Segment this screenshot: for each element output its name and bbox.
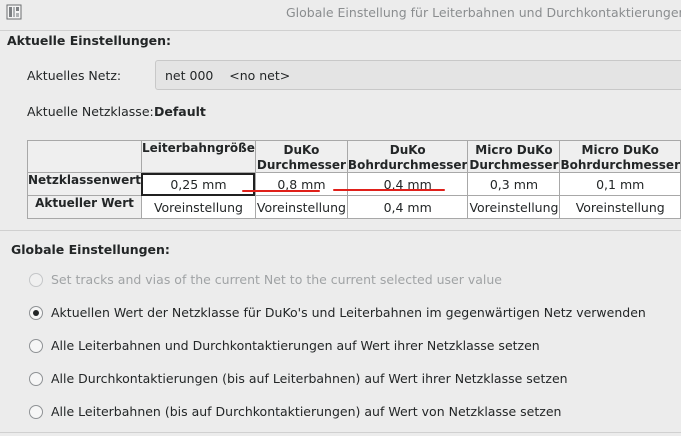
radio-option-4[interactable]	[29, 405, 43, 419]
global-settings-title: Globale Einstellungen:	[11, 242, 170, 257]
column-header-label: Micro DuKo	[475, 143, 553, 157]
current-settings-title: Aktuelle Einstellungen:	[7, 33, 172, 48]
radio-option-3[interactable]	[29, 372, 43, 386]
radio-option-2[interactable]	[29, 339, 43, 353]
column-header-label: Bohrdurchmesser	[560, 158, 680, 172]
radio-option-label: Aktuellen Wert der Netzklasse für DuKo's…	[51, 305, 646, 320]
column-header[interactable]: Micro DuKo Bohrdurchmesser	[559, 140, 681, 173]
table-cell[interactable]: 0,8 mm	[254, 172, 348, 196]
column-header-label: Bohrdurchmesser	[347, 158, 468, 172]
table-cell[interactable]: 0,4 mm	[346, 172, 469, 196]
row-header[interactable]: Netzklassenwert	[27, 172, 142, 196]
red-underline	[333, 189, 445, 191]
table-cell[interactable]: Voreinstellung	[254, 195, 348, 219]
radio-option-label: Alle Leiterbahnen und Durchkontaktierung…	[51, 338, 540, 353]
board-icon	[6, 4, 22, 20]
divider	[0, 432, 681, 433]
current-net-field[interactable]: net 000 <no net>	[155, 60, 681, 90]
column-header[interactable]: DuKo Durchmesser	[254, 140, 348, 173]
divider	[0, 230, 681, 231]
divider	[0, 30, 681, 31]
column-header-label: DuKo	[283, 143, 320, 157]
values-table: Leiterbahngröße DuKo Durchmesser DuKo Bo…	[27, 140, 681, 219]
window-title: Globale Einstellung für Leiterbahnen und…	[286, 5, 681, 20]
table-corner	[27, 140, 142, 173]
radio-option-label: Alle Leiterbahnen (bis auf Durchkontakti…	[51, 404, 562, 419]
table-cell[interactable]: Voreinstellung	[467, 195, 561, 219]
table-cell[interactable]: 0,3 mm	[467, 172, 561, 196]
table-cell[interactable]: Voreinstellung	[559, 195, 681, 219]
row-header[interactable]: Aktueller Wert	[27, 195, 142, 219]
column-header[interactable]: Leiterbahngröße	[140, 140, 256, 173]
column-header-label: Micro DuKo	[581, 143, 659, 157]
table-cell[interactable]: Voreinstellung	[140, 195, 256, 219]
column-header-label: Leiterbahngröße	[141, 141, 255, 156]
table-row: Netzklassenwert 0,25 mm 0,8 mm 0,4 mm 0,…	[27, 172, 681, 196]
column-header[interactable]: Micro DuKo Durchmesser	[467, 140, 561, 173]
column-header-label: DuKo	[389, 143, 426, 157]
table-row: Aktueller Wert Voreinstellung Voreinstel…	[27, 195, 681, 219]
title-bar: Globale Einstellung für Leiterbahnen und…	[0, 0, 681, 26]
table-cell[interactable]: 0,25 mm	[140, 172, 256, 196]
radio-option-0[interactable]	[29, 273, 43, 287]
red-underline	[242, 190, 320, 192]
radio-option-1[interactable]	[29, 306, 43, 320]
current-netclass-value: Default	[154, 104, 206, 119]
table-cell[interactable]: 0,4 mm	[346, 195, 469, 219]
radio-option-label: Alle Durchkontaktierungen (bis auf Leite…	[51, 371, 568, 386]
column-header-label: Durchmesser	[256, 158, 346, 172]
current-netclass-label: Aktuelle Netzklasse:	[27, 104, 154, 119]
current-net-label: Aktuelles Netz:	[27, 68, 122, 83]
column-header-label: Durchmesser	[469, 158, 559, 172]
column-header[interactable]: DuKo Bohrdurchmesser	[346, 140, 469, 173]
table-cell[interactable]: 0,1 mm	[559, 172, 681, 196]
radio-option-label: Set tracks and vias of the current Net t…	[51, 272, 502, 287]
radio-selected-dot	[33, 310, 39, 316]
current-net-value: net 000 <no net>	[165, 68, 291, 83]
